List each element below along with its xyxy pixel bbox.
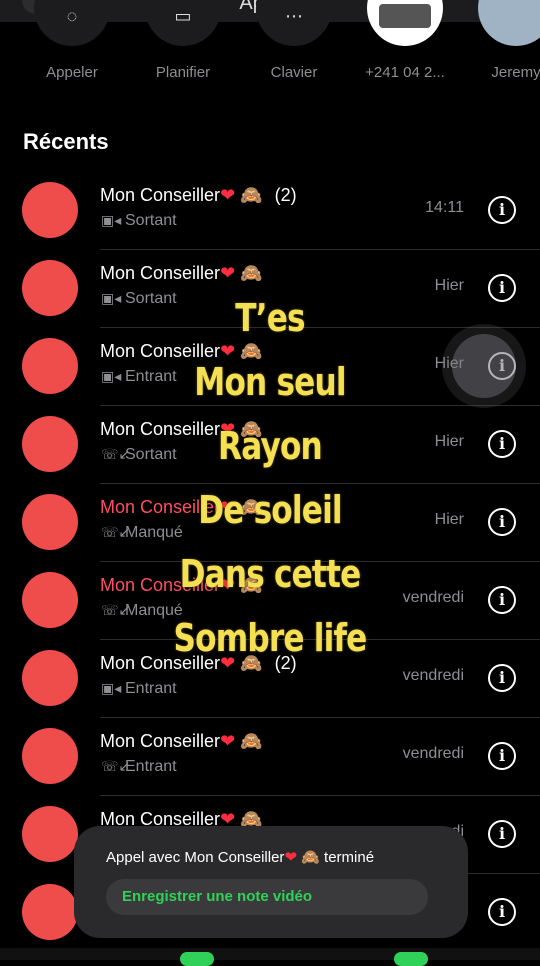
heart-emoji: ❤ [284,849,298,866]
contact-name: Mon Conseiller❤ 🙈 [100,341,263,362]
contact-name-text: Mon Conseiller [100,185,221,205]
info-icon[interactable]: i [488,898,516,926]
divider [100,405,540,406]
recent-call-row[interactable]: Mon Conseiller❤ 🙈 ☏↙Entrant vendredi i [0,726,540,804]
overlay-line: T’es [235,296,305,340]
quick-action-label: Planifier [155,64,211,81]
monkey-emoji: 🙈 [240,731,263,751]
info-icon[interactable]: i [488,664,516,692]
call-time: Hier [434,277,464,294]
info-icon[interactable]: i [488,586,516,614]
monkey-emoji: 🙈 [240,263,263,283]
quick-action-label: Jeremy [491,64,540,81]
info-icon[interactable]: i [488,508,516,536]
keypad-icon: ⋯ [256,0,332,46]
call-time: vendredi [402,667,464,684]
quick-action-label: Appeler [46,64,98,81]
contact-name-text: Mon Conseiller [100,341,221,361]
video-call-icon: ▣◂ [101,680,122,696]
call-type: ☏↙Entrant [101,758,177,776]
call-type: ▣◂ Sortant [101,212,177,230]
toast-prefix: Appel avec Mon Conseiller [106,849,285,866]
quick-actions: ◌ Appeler ▭ Planifier ⋯ Clavier +241 04 … [0,0,540,90]
avatar [22,884,78,940]
divider [100,483,540,484]
heart-emoji: ❤ [220,731,236,751]
tab-badge [180,952,214,966]
call-type: ▣◂ Entrant [101,680,177,698]
contact-name: Mon Conseiller❤ 🙈 (2) [100,185,297,206]
quick-action-label: Clavier [270,64,318,81]
call-type-label: Entrant [125,680,177,697]
video-call-icon: ▣◂ [101,212,122,228]
monkey-emoji: 🙈 [240,185,263,205]
call-type-label: Entrant [125,758,177,775]
divider [100,249,540,250]
divider [100,717,540,718]
monkey-emoji: 🙈 [240,341,263,361]
overlay-line: Rayon [218,424,323,468]
heart-emoji: ❤ [220,263,236,283]
contact-photo [478,0,540,46]
overlay-line: Dans cette [179,552,362,596]
call-type-label: Sortant [125,212,177,229]
toast-suffix: terminé [324,849,375,866]
divider [100,795,540,796]
contact-photo [367,0,443,46]
info-icon[interactable]: i [488,196,516,224]
info-icon[interactable]: i [488,820,516,848]
tab-badge [394,952,428,966]
overlay-line: Sombre life [173,616,367,660]
record-video-note-button[interactable]: Enregistrer une note vidéo [106,879,428,915]
call-ended-toast: Appel avec Mon Conseiller❤ 🙈 terminé Enr… [74,826,468,938]
toast-message: Appel avec Mon Conseiller❤ 🙈 terminé [106,848,374,866]
info-icon[interactable]: i [488,430,516,458]
call-time: 14:11 [425,199,464,216]
phone-icon: ◌ [34,0,110,46]
recent-call-row[interactable]: Mon Conseiller❤ 🙈 (2) ▣◂ Sortant 14:11 i [0,180,540,258]
contact-name: Mon Conseiller❤ 🙈 [100,731,263,752]
tab-bar [0,948,540,966]
overlay-line: De soleil [198,488,342,532]
calendar-icon: ▭ [145,0,221,46]
heart-emoji: ❤ [220,185,236,205]
call-time: vendredi [402,745,464,762]
heart-emoji: ❤ [220,341,236,361]
avatar [22,182,78,238]
info-icon[interactable]: i [488,274,516,302]
avatar [22,806,78,862]
recents-title: Récents [23,129,109,154]
contact-name: Mon Conseiller❤ 🙈 [100,263,263,284]
monkey-emoji: 🙈 [301,849,320,866]
contact-name-text: Mon Conseiller [100,731,221,751]
info-icon[interactable]: i [488,742,516,770]
contact-name-text: Mon Conseiller [100,263,221,283]
call-count: (2) [274,185,297,205]
overlay-line: Mon seul [194,360,346,404]
avatar [22,728,78,784]
phone-call-icon: ☏↙ [101,758,131,774]
quick-action-label: +241 04 2... [365,64,445,81]
